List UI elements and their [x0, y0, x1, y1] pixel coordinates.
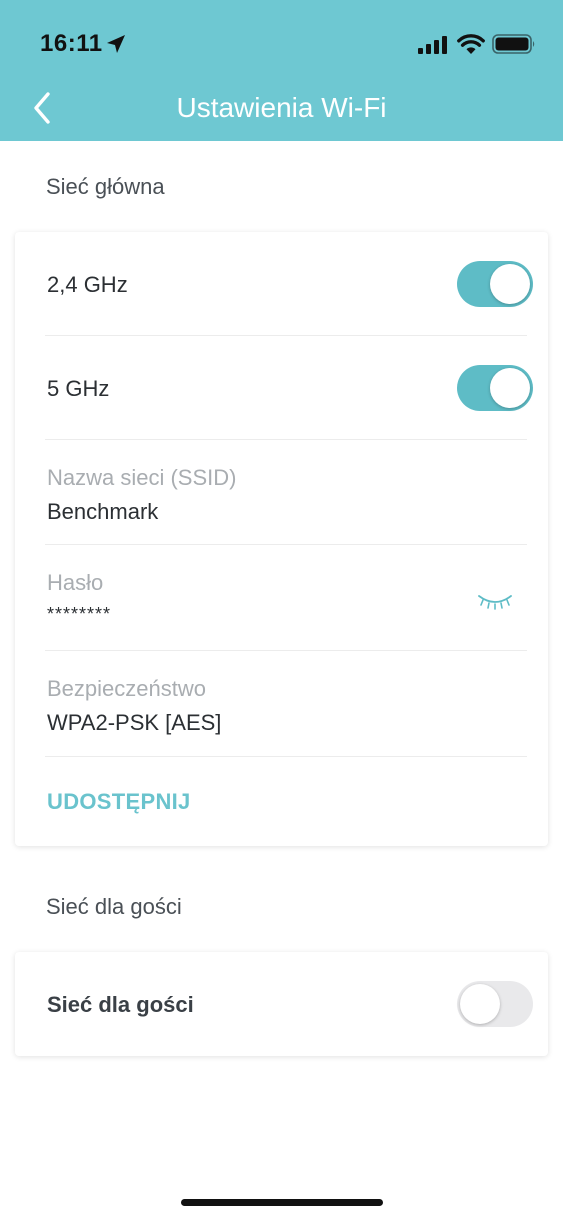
section-label-guest-network: Sieć dla gości: [46, 894, 182, 919]
cellular-signal-icon: [418, 36, 447, 54]
toggle-knob: [460, 984, 500, 1024]
password-caption: Hasło: [47, 570, 104, 595]
band-24-label: 2,4 GHz: [47, 272, 128, 297]
page-title: Ustawienia Wi-Fi: [176, 92, 387, 123]
toggle-knob: [490, 368, 530, 408]
band-5-toggle[interactable]: [457, 365, 533, 411]
password-value[interactable]: ********: [47, 604, 111, 625]
toggle-knob: [490, 264, 530, 304]
band-5-label: 5 GHz: [47, 376, 110, 401]
divider: [45, 756, 527, 757]
ssid-value[interactable]: Benchmark: [47, 499, 158, 525]
main-network-card: 2,4 GHz 5 GHz Nazwa sieci (SSID) Benchma…: [15, 232, 548, 846]
app-header: 16:11 Ustawienia Wi-Fi: [0, 0, 563, 141]
home-indicator[interactable]: [181, 1199, 383, 1206]
wifi-icon: [457, 34, 485, 54]
battery-icon: [492, 34, 535, 54]
band-24-toggle[interactable]: [457, 261, 533, 307]
guest-network-card: Sieć dla gości: [15, 952, 548, 1056]
security-value[interactable]: WPA2-PSK [AES]: [47, 710, 221, 736]
divider: [45, 544, 527, 545]
status-bar: 16:11: [0, 0, 563, 90]
share-button[interactable]: UDOSTĘPNIJ: [47, 789, 191, 815]
divider: [45, 439, 527, 440]
security-caption: Bezpieczeństwo: [47, 676, 206, 701]
eye-closed-icon[interactable]: [477, 592, 513, 614]
guest-network-toggle[interactable]: [457, 981, 533, 1027]
section-label-main-network: Sieć główna: [46, 174, 165, 199]
divider: [45, 335, 527, 336]
guest-network-label: Sieć dla gości: [47, 992, 194, 1017]
divider: [45, 650, 527, 651]
location-arrow-icon: [107, 35, 125, 53]
ssid-caption: Nazwa sieci (SSID): [47, 465, 237, 490]
status-time: 16:11: [40, 30, 103, 57]
